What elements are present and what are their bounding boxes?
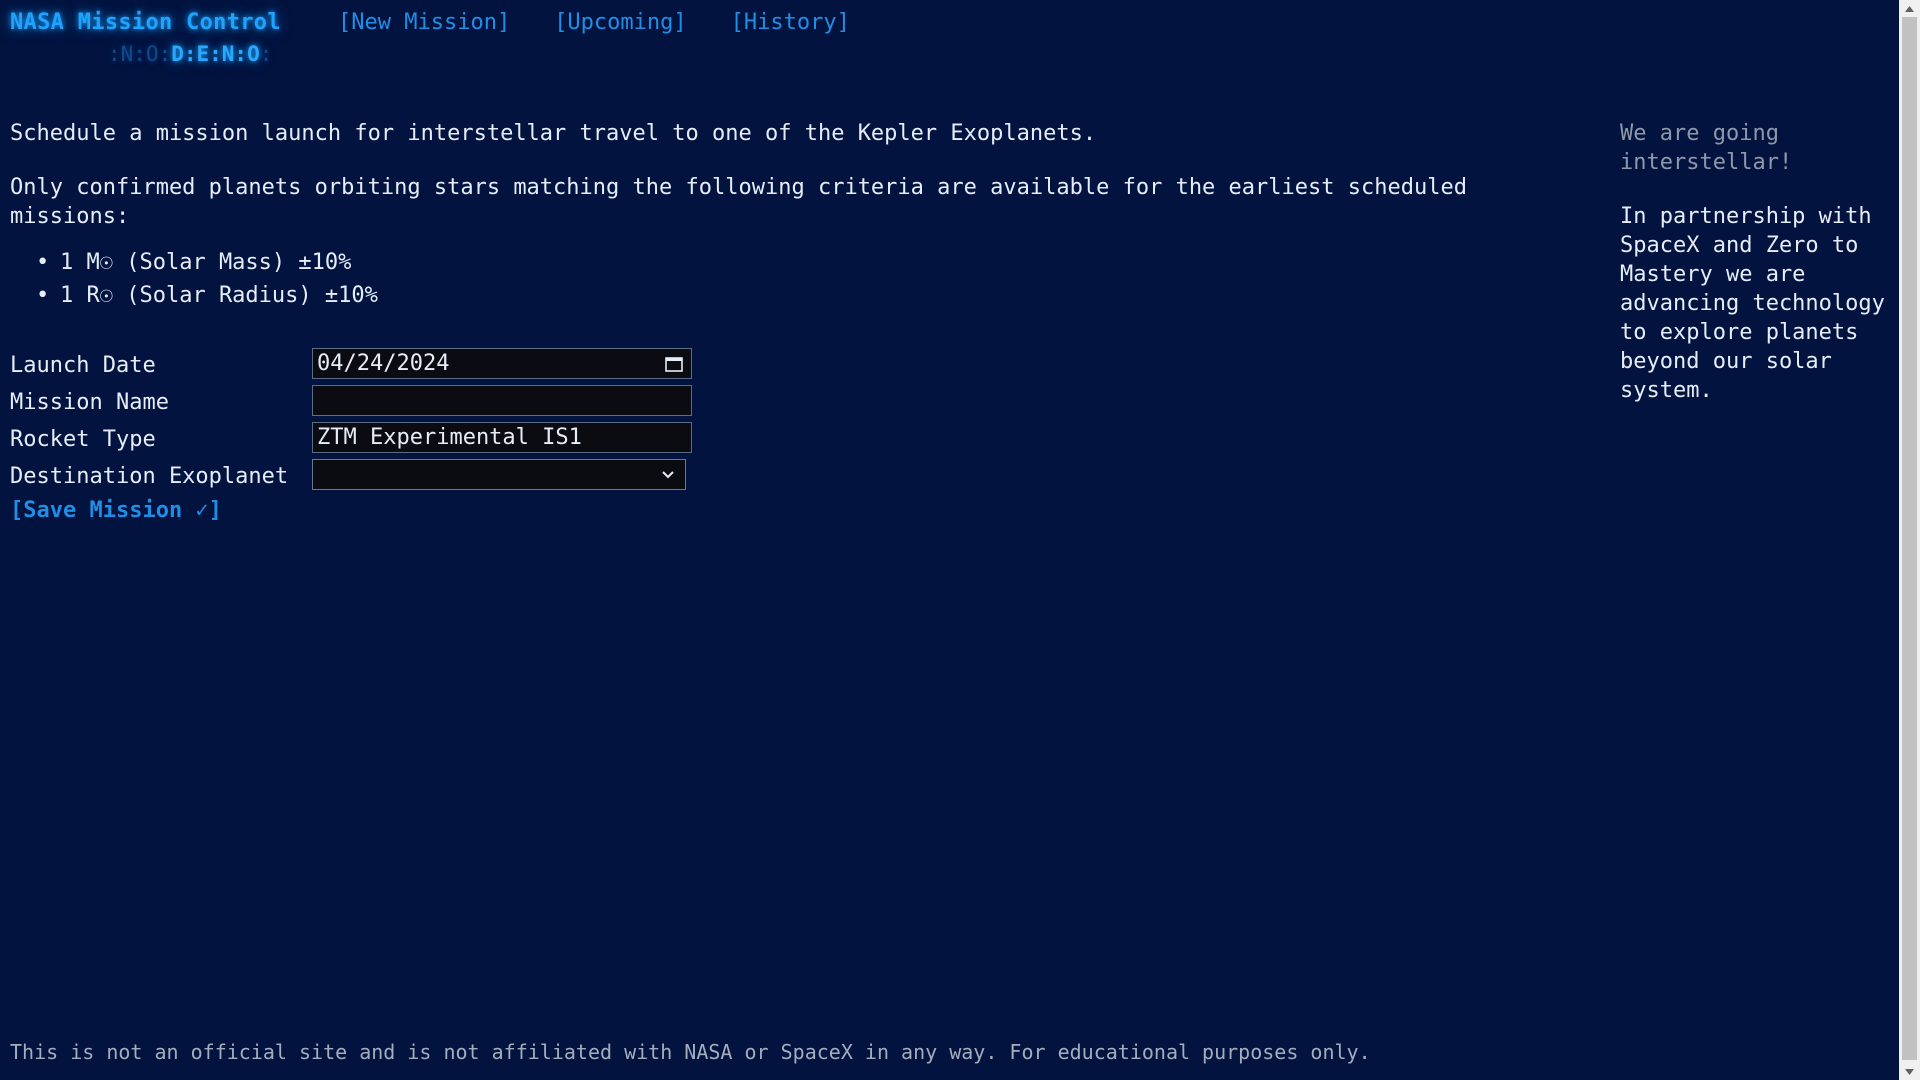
aside-panel: We are going interstellar! In partnershi… — [1620, 119, 1890, 405]
criteria-intro: Only confirmed planets orbiting stars ma… — [10, 175, 1467, 229]
nav-upcoming[interactable]: [Upcoming] — [554, 10, 686, 35]
vertical-scrollbar[interactable] — [1899, 0, 1920, 1080]
brand-sub-bright: D:E:N:O — [171, 42, 260, 66]
mission-name-label: Mission Name — [10, 390, 169, 415]
nav-history[interactable]: [History] — [731, 10, 850, 35]
scroll-down-icon[interactable] — [1899, 1063, 1920, 1080]
rocket-type-input[interactable] — [312, 422, 692, 453]
mission-name-input[interactable] — [312, 385, 692, 416]
page: NASA Mission Control :N:O:D:E:N:O: [New … — [0, 0, 1899, 1080]
criteria-item: • 1 R☉ (Solar Radius) ±10% — [36, 279, 1550, 312]
launch-date-label: Launch Date — [10, 353, 156, 378]
bullet: • — [36, 250, 50, 275]
nav-new-mission[interactable]: [New Mission] — [338, 10, 510, 35]
criteria-item-text: 1 R☉ (Solar Radius) ±10% — [60, 283, 378, 308]
intro-text: Schedule a mission launch for interstell… — [10, 121, 1097, 146]
bullet: • — [36, 283, 50, 308]
rocket-type-label: Rocket Type — [10, 427, 156, 452]
destination-label: Destination Exoplanet — [10, 464, 289, 489]
brand-sub-dim-end: : — [259, 42, 273, 66]
main-content: Schedule a mission launch for interstell… — [10, 119, 1550, 312]
top-nav: [New Mission] [Upcoming] [History] — [338, 10, 850, 35]
criteria-list: • 1 M☉ (Solar Mass) ±10% • 1 R☉ (Solar R… — [10, 246, 1550, 312]
scroll-thumb[interactable] — [1902, 17, 1917, 1060]
brand-title[interactable]: NASA Mission Control — [10, 10, 281, 35]
criteria-item: • 1 M☉ (Solar Mass) ±10% — [36, 246, 1550, 279]
criteria-item-text: 1 M☉ (Solar Mass) ±10% — [60, 250, 352, 275]
scroll-up-icon[interactable] — [1899, 0, 1920, 17]
brand-sub-dim: :N:O: — [108, 42, 172, 66]
launch-date-input[interactable]: 04/24/2024 — [312, 348, 692, 379]
aside-body: In partnership with SpaceX and Zero to M… — [1620, 204, 1885, 403]
chevron-down-icon — [662, 470, 674, 478]
aside-heading: We are going interstellar! — [1620, 121, 1793, 175]
launch-date-value: 04/24/2024 — [317, 351, 450, 376]
calendar-icon[interactable] — [665, 356, 683, 372]
destination-select[interactable] — [312, 459, 686, 490]
save-mission-button[interactable]: [Save Mission ✓] — [10, 498, 222, 523]
brand-subtitle: :N:O:D:E:N:O: — [108, 42, 272, 66]
footer-disclaimer: This is not an official site and is not … — [10, 1040, 1371, 1064]
